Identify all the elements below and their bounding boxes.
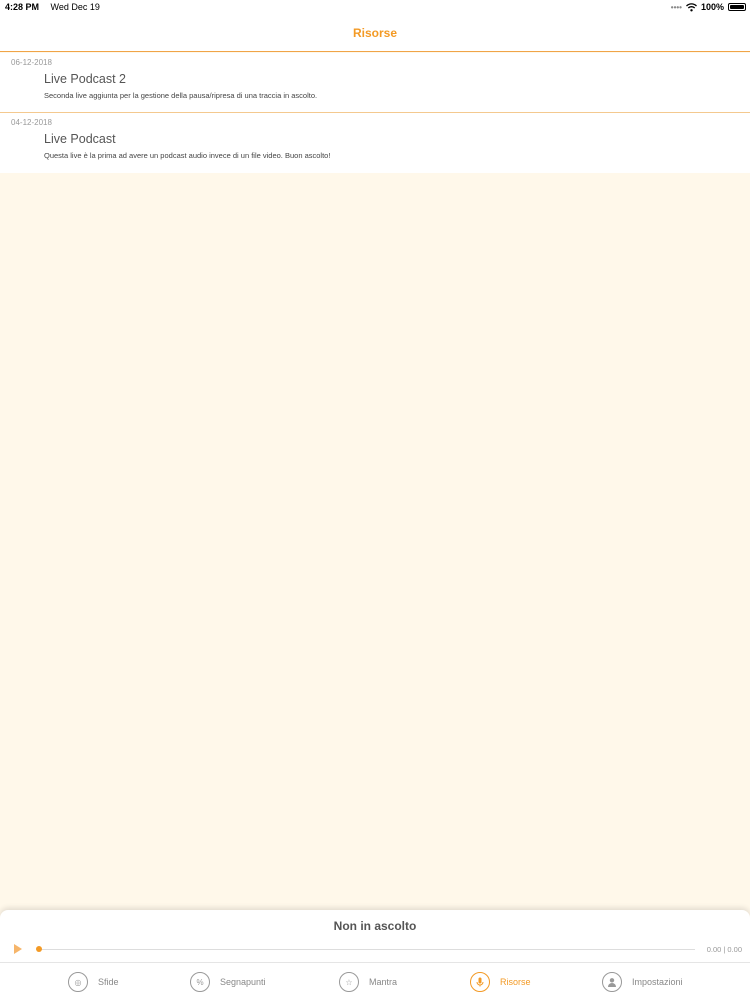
progress-knob[interactable] xyxy=(36,946,42,952)
navigation-bar: Risorse xyxy=(0,16,750,52)
microphone-icon xyxy=(470,972,490,992)
item-description: Questa live è la prima ad avere un podca… xyxy=(44,151,331,160)
resource-list: 06-12-2018 Live Podcast 2 Seconda live a… xyxy=(0,53,750,173)
item-date: 06-12-2018 xyxy=(11,58,52,67)
tab-label: Segnapunti xyxy=(220,977,266,987)
progress-track[interactable] xyxy=(37,949,695,950)
target-icon: ◎ xyxy=(68,972,88,992)
wifi-icon xyxy=(686,2,697,11)
tab-label: Risorse xyxy=(500,977,531,987)
item-title: Live Podcast 2 xyxy=(44,72,126,86)
tab-sfide[interactable]: ◎ Sfide xyxy=(68,972,119,992)
page-title: Risorse xyxy=(352,26,398,40)
status-date: Wed Dec 19 xyxy=(50,2,100,12)
player-status: Non in ascolto xyxy=(333,919,417,933)
audio-player: Non in ascolto 0.00 | 0.00 xyxy=(0,910,750,962)
list-item[interactable]: 06-12-2018 Live Podcast 2 Seconda live a… xyxy=(0,53,750,113)
item-title: Live Podcast xyxy=(44,132,116,146)
tab-bar: ◎ Sfide % Segnapunti ☆ Mantra Risorse Im… xyxy=(0,962,750,1000)
battery-percent: 100% xyxy=(700,2,724,12)
user-icon xyxy=(602,972,622,992)
tab-label: Impostazioni xyxy=(632,977,683,987)
list-item[interactable]: 04-12-2018 Live Podcast Questa live è la… xyxy=(0,113,750,173)
tab-segnapunti[interactable]: % Segnapunti xyxy=(190,972,266,992)
play-icon[interactable] xyxy=(14,944,22,954)
tab-risorse[interactable]: Risorse xyxy=(470,972,531,992)
star-person-icon: ☆ xyxy=(339,972,359,992)
item-date: 04-12-2018 xyxy=(11,118,52,127)
tab-mantra[interactable]: ☆ Mantra xyxy=(339,972,397,992)
tab-label: Mantra xyxy=(369,977,398,987)
tab-label: Sfide xyxy=(98,977,119,987)
signal-dots-icon: •••• xyxy=(670,2,682,12)
status-bar: 4:28 PM Wed Dec 19 •••• 100% xyxy=(0,0,750,16)
status-time: 4:28 PM xyxy=(5,2,40,12)
percent-icon: % xyxy=(190,972,210,992)
battery-icon xyxy=(728,3,746,11)
item-description: Seconda live aggiunta per la gestione de… xyxy=(44,91,318,100)
tab-impostazioni[interactable]: Impostazioni xyxy=(602,972,683,992)
player-time: 0.00 | 0.00 xyxy=(706,945,742,954)
